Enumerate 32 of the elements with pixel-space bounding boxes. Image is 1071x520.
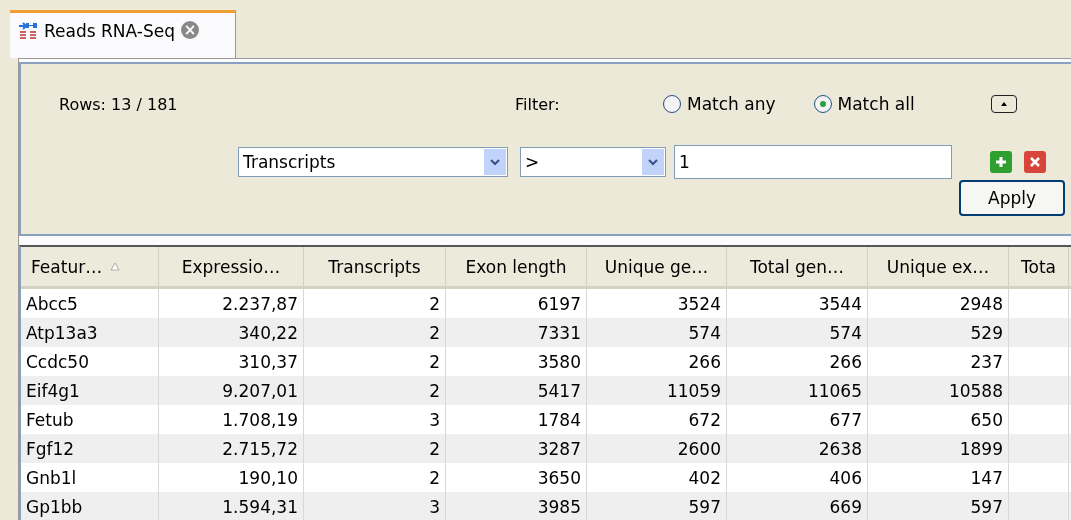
column-dropdown[interactable]: Transcripts bbox=[238, 147, 508, 177]
close-button[interactable]: × bbox=[180, 21, 199, 39]
column-header[interactable]: Unique ex… bbox=[868, 247, 1009, 286]
table-cell: 597 bbox=[868, 492, 1009, 520]
column-header[interactable]: Exon length bbox=[446, 247, 587, 286]
value-field[interactable]: 1 bbox=[674, 145, 952, 179]
column-header[interactable]: Featur… bbox=[21, 247, 159, 286]
row-count: Rows: 13 / 181 bbox=[59, 94, 179, 114]
collapse-button[interactable] bbox=[990, 95, 1017, 113]
table-cell: 669 bbox=[727, 492, 868, 520]
radio-option[interactable]: Match any bbox=[663, 94, 776, 114]
table-cell: 3985 bbox=[446, 492, 587, 520]
track-list-icon bbox=[18, 21, 38, 39]
table-cell: 3 bbox=[304, 492, 446, 520]
caret-icon bbox=[998, 101, 1009, 107]
column-header[interactable]: Total gen… bbox=[727, 247, 868, 286]
column-header[interactable]: Tota bbox=[1009, 247, 1069, 286]
filter-label: Filter: bbox=[515, 94, 561, 114]
table-cell: Gp1bb bbox=[21, 492, 159, 520]
table-cell: 1.594,31 bbox=[159, 492, 304, 520]
apply-button[interactable]: Apply bbox=[959, 180, 1065, 216]
chevron-icon bbox=[648, 158, 658, 166]
chevron-icon bbox=[490, 158, 500, 166]
add-icon[interactable] bbox=[990, 151, 1012, 173]
operator-dropdown[interactable]: > bbox=[520, 147, 666, 177]
document-tab[interactable]: Reads RNA-Seq × bbox=[10, 10, 236, 58]
column-header[interactable]: Transcripts bbox=[304, 247, 446, 286]
radio-option[interactable]: Match all bbox=[813, 94, 915, 114]
column-header[interactable]: Unique ge… bbox=[587, 247, 727, 286]
table-cell: 597 bbox=[587, 492, 727, 520]
remove-icon[interactable] bbox=[1024, 151, 1046, 173]
column-header[interactable]: Expressio… bbox=[159, 247, 304, 286]
